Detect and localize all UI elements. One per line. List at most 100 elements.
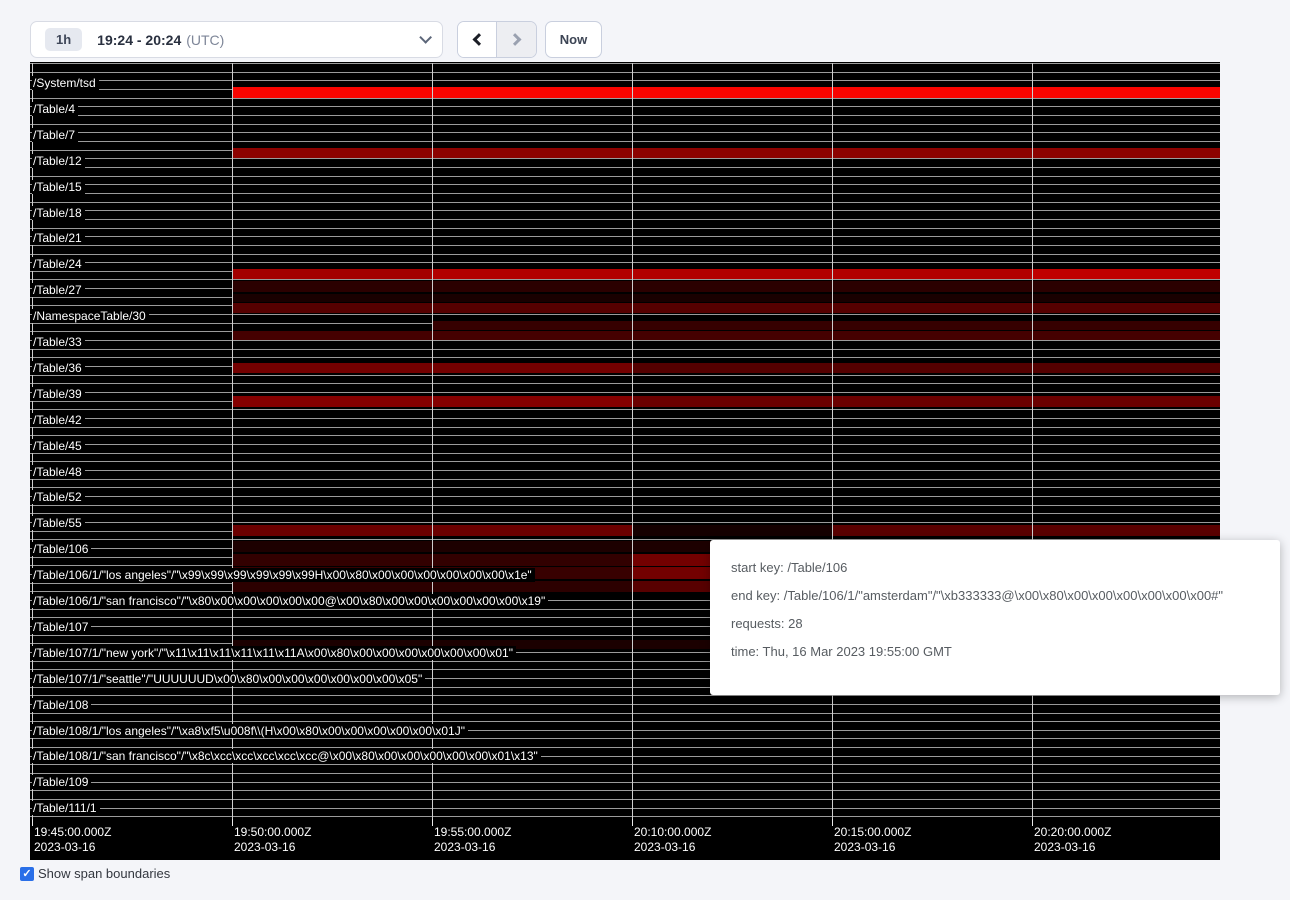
span-boundary-line [30, 193, 1220, 194]
show-span-boundaries-label[interactable]: Show span boundaries [38, 866, 170, 881]
time-range-dropdown[interactable]: 1h 19:24 - 20:24 (UTC) [30, 21, 443, 58]
x-axis-date: 2023-03-16 [634, 840, 711, 855]
span-boundary-line [30, 132, 1220, 133]
time-range-label: 19:24 - 20:24 [97, 32, 181, 48]
axis-tick [32, 819, 33, 826]
heat-band[interactable] [632, 363, 1220, 373]
span-boundary-line [30, 176, 1220, 177]
span-boundary-line [30, 228, 1220, 229]
row-label: /Table/106/1/"san francisco"/"\x80\x00\x… [32, 594, 548, 608]
axis-tick [1032, 819, 1033, 826]
heat-band[interactable] [232, 148, 1220, 158]
span-boundary-line [30, 461, 1220, 462]
row-label: /Table/39 [32, 387, 85, 401]
row-label: /Table/111/1 [32, 801, 100, 815]
key-visualizer-heatmap[interactable]: 19:45:00.000Z2023-03-1619:50:00.000Z2023… [30, 62, 1220, 860]
span-boundary-line [30, 418, 1220, 419]
row-label: /Table/21 [32, 231, 85, 245]
axis-tick [232, 819, 233, 826]
span-boundary-line [30, 747, 1220, 748]
span-boundary-line [30, 790, 1220, 791]
heat-band[interactable] [1032, 269, 1220, 279]
row-label: /Table/7 [32, 128, 78, 142]
span-boundary-line [30, 314, 1220, 315]
row-label: /Table/106 [32, 542, 91, 556]
span-boundary-line [30, 444, 1220, 445]
span-boundary-line [30, 513, 1220, 514]
key-visualizer-page: { "header": { "preset": "1h", "range_lab… [0, 0, 1290, 900]
x-axis-time: 20:10:00.000Z [634, 825, 711, 840]
span-boundary-line [30, 392, 1220, 393]
row-label: /Table/109 [32, 775, 91, 789]
axis-tick [432, 819, 433, 826]
prev-time-button[interactable] [458, 22, 497, 57]
row-label: /Table/108 [32, 698, 91, 712]
heat-band[interactable] [232, 87, 1220, 98]
x-axis-time: 20:15:00.000Z [834, 825, 911, 840]
time-gridline [432, 63, 433, 820]
span-boundary-line [30, 713, 1220, 714]
span-boundary-line [30, 63, 1220, 64]
row-label: /Table/18 [32, 206, 85, 220]
chevron-left-icon [472, 33, 485, 46]
x-axis-time: 20:20:00.000Z [1034, 825, 1111, 840]
row-label: /Table/24 [32, 257, 85, 271]
span-boundary-line [30, 738, 1220, 739]
time-gridline [1032, 63, 1033, 820]
heat-band[interactable] [232, 331, 1220, 340]
heat-band[interactable] [232, 281, 1220, 292]
heat-band[interactable] [432, 269, 1032, 279]
x-axis-label: 20:20:00.000Z2023-03-16 [1034, 825, 1111, 855]
row-label: /Table/55 [32, 516, 85, 530]
row-label: /Table/52 [32, 490, 85, 504]
span-boundary-line [30, 340, 1220, 341]
row-label: /Table/42 [32, 413, 85, 427]
x-axis-time: 19:50:00.000Z [234, 825, 311, 840]
span-boundary-line [30, 115, 1220, 116]
time-gridline [232, 63, 233, 820]
span-boundary-line [30, 262, 1220, 263]
span-boundary-line [30, 357, 1220, 358]
heat-band[interactable] [432, 321, 1220, 330]
next-time-button-disabled[interactable] [497, 22, 536, 57]
time-gridline [832, 63, 833, 820]
heat-band[interactable] [232, 303, 1220, 313]
x-axis-date: 2023-03-16 [34, 840, 111, 855]
x-axis-time: 19:55:00.000Z [434, 825, 511, 840]
row-label: /Table/36 [32, 361, 85, 375]
span-boundary-line [30, 704, 1220, 705]
heat-band[interactable] [832, 525, 1220, 536]
row-label: /Table/108/1/"los angeles"/"\xa8\xf5\u00… [32, 724, 468, 738]
span-boundary-line [30, 453, 1220, 454]
row-label: /Table/15 [32, 180, 85, 194]
span-boundary-line [30, 167, 1220, 168]
heat-band[interactable] [232, 269, 432, 279]
span-boundary-line [30, 219, 1220, 220]
show-span-boundaries-control: ✓ Show span boundaries [20, 866, 170, 881]
span-boundary-line [30, 479, 1220, 480]
heat-band[interactable] [632, 396, 1220, 407]
span-boundary-line [30, 279, 1220, 280]
heat-band[interactable] [232, 294, 1220, 302]
x-axis-label: 19:55:00.000Z2023-03-16 [434, 825, 511, 855]
show-span-boundaries-checkbox[interactable]: ✓ [20, 867, 34, 881]
span-boundary-line [30, 695, 1220, 696]
span-boundary-line [30, 106, 1220, 107]
row-label: /Table/33 [32, 335, 85, 349]
tooltip-start-key: start key: /Table/106 [731, 560, 1268, 575]
now-button[interactable]: Now [545, 21, 602, 58]
heat-band[interactable] [632, 525, 832, 536]
row-label: /Table/108/1/"san francisco"/"\x8c\xcc\x… [32, 749, 541, 763]
axis-tick [632, 819, 633, 826]
cell-tooltip: start key: /Table/106 end key: /Table/10… [710, 540, 1280, 695]
time-range-timezone: (UTC) [186, 32, 224, 48]
row-label: /Table/48 [32, 465, 85, 479]
span-boundary-line [30, 375, 1220, 376]
row-label: /Table/107/1/"new york"/"\x11\x11\x11\x1… [32, 646, 516, 660]
span-boundary-line [30, 349, 1220, 350]
row-label: /Table/107 [32, 620, 91, 634]
span-boundary-line [30, 409, 1220, 410]
row-label: /Table/45 [32, 439, 85, 453]
x-axis-label: 20:10:00.000Z2023-03-16 [634, 825, 711, 855]
x-axis-date: 2023-03-16 [234, 840, 311, 855]
